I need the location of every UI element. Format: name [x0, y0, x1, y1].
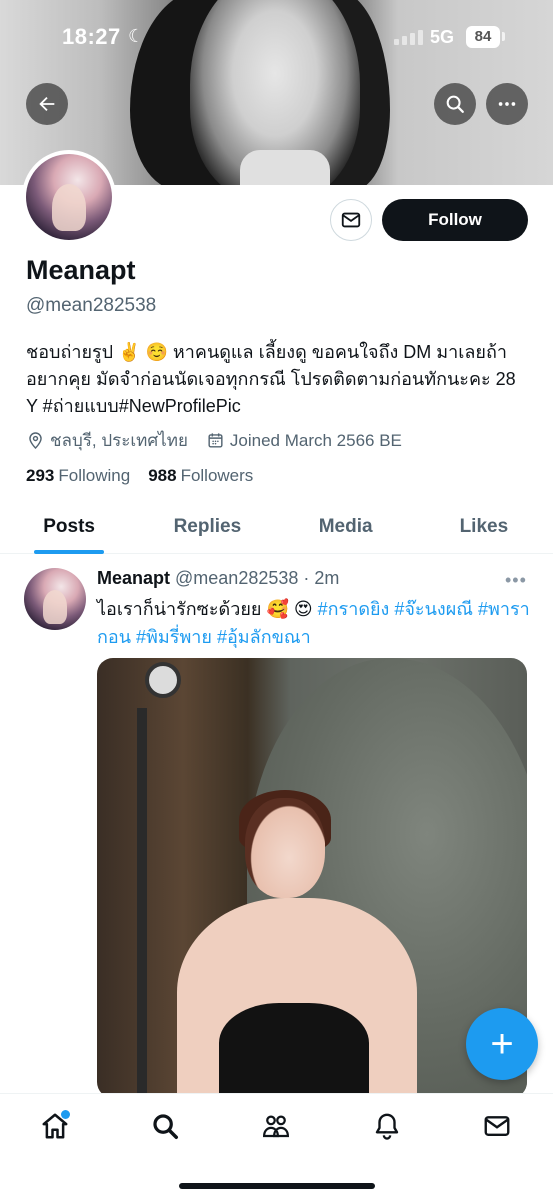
nav-communities[interactable] [254, 1108, 298, 1144]
tab-replies[interactable]: Replies [138, 500, 276, 553]
followers-link[interactable]: 988 Followers [148, 466, 253, 486]
profile-meta: ชลบุรี, ประเทศไทย Joined March 2566 BE [26, 427, 420, 454]
more-options-button[interactable] [486, 83, 528, 125]
post-media-image[interactable] [97, 658, 527, 1098]
nav-messages[interactable] [475, 1108, 519, 1144]
follow-counts: 293 Following 988 Followers [26, 466, 253, 486]
back-button[interactable] [26, 83, 68, 125]
post-text: ไอเราก็น่ารักซะด้วยย 🥰 😍 #กราดยิง #จ๊ะนง… [97, 595, 537, 651]
profile-tabs: Posts Replies Media Likes [0, 500, 553, 554]
back-arrow-icon [39, 96, 55, 112]
network-type: 5G [430, 27, 455, 47]
battery-tip [502, 32, 505, 41]
nav-home[interactable] [33, 1108, 77, 1144]
more-horizontal-icon [498, 102, 516, 106]
post-author-handle: @mean282538 [175, 568, 299, 588]
compose-post-button[interactable]: + [466, 1008, 538, 1080]
battery-icon: 84 [466, 26, 500, 48]
profile-name: Meanapt [26, 255, 136, 285]
post-more-icon[interactable]: ••• [505, 570, 527, 591]
status-time: 18:27 [62, 24, 121, 49]
tab-likes[interactable]: Likes [415, 500, 553, 553]
envelope-icon [341, 212, 361, 228]
post-avatar[interactable] [24, 568, 86, 630]
search-button[interactable] [434, 83, 476, 125]
tab-posts[interactable]: Posts [0, 500, 138, 553]
message-button[interactable] [330, 199, 372, 241]
nav-notifications[interactable] [365, 1108, 409, 1144]
location-item: ชลบุรี, ประเทศไทย [26, 427, 188, 454]
location-pin-icon [29, 432, 42, 450]
joined-text: Joined March 2566 BE [229, 430, 402, 450]
calendar-icon [208, 433, 223, 448]
nav-search[interactable] [143, 1108, 187, 1144]
hashtag-link[interactable]: #จ๊ะนงผณี [394, 599, 473, 619]
envelope-icon [484, 1116, 510, 1136]
post-body: ไอเราก็น่ารักซะด้วยย 🥰 😍 [97, 599, 313, 619]
post-time: 2m [314, 568, 340, 588]
search-icon [446, 95, 464, 113]
profile-avatar[interactable] [22, 150, 116, 244]
post-separator: · [303, 568, 310, 588]
status-bar: 18:27 ☾ 5G 84 [0, 0, 553, 74]
search-icon [153, 1114, 178, 1139]
hashtag-link[interactable]: #อุ้มลักขณา [217, 627, 311, 647]
communities-icon [262, 1115, 290, 1138]
location-text: ชลบุรี, ประเทศไทย [50, 431, 188, 450]
following-link[interactable]: 293 Following [26, 466, 130, 486]
post-header: Meanapt @mean282538 · 2m [97, 568, 339, 589]
tab-media[interactable]: Media [277, 500, 415, 553]
post-author-name[interactable]: Meanapt [97, 568, 170, 589]
home-indicator [179, 1183, 375, 1189]
profile-bio: ชอบถ่ายรูป ✌️ ☺️ หาคนดูแล เลี้ยงดู ขอคนใ… [26, 342, 516, 416]
moon-icon: ☾ [128, 26, 145, 46]
profile-handle: @mean282538 [26, 295, 157, 316]
follow-button[interactable]: Follow [382, 199, 528, 241]
joined-item: Joined March 2566 BE [206, 431, 402, 451]
notification-dot [61, 1110, 70, 1119]
signal-icon [394, 30, 423, 45]
hashtag-link[interactable]: #กราดยิง [318, 599, 390, 619]
hashtag-link[interactable]: #พิมรี่พาย [136, 627, 212, 647]
bell-icon [375, 1113, 399, 1140]
